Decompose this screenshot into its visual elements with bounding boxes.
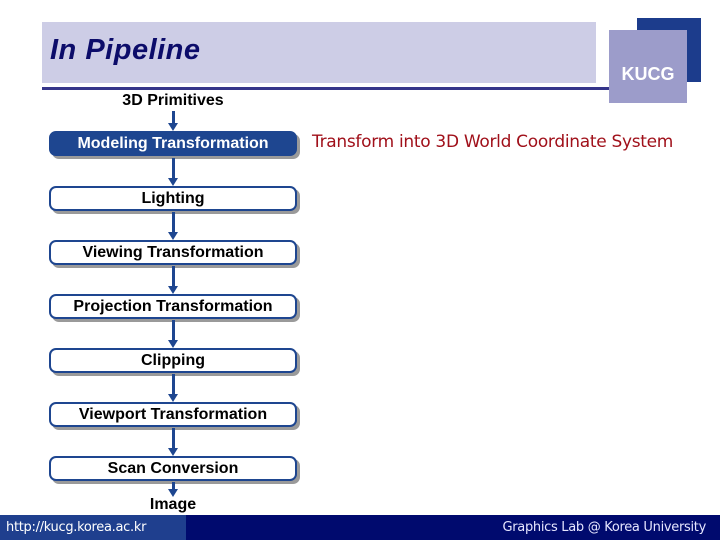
stage-scan-conversion: Scan Conversion — [49, 456, 297, 481]
stage-lighting: Lighting — [49, 186, 297, 211]
arrow-down-icon — [168, 448, 178, 456]
stage-clipping: Clipping — [49, 348, 297, 373]
footer: http://kucg.korea.ac.kr Graphics Lab @ K… — [0, 515, 720, 540]
footer-credit: Graphics Lab @ Korea University — [502, 520, 706, 535]
title-bar: In Pipeline — [42, 22, 596, 83]
connector — [172, 374, 175, 394]
stage-viewport-transformation: Viewport Transformation — [49, 402, 297, 427]
footer-url[interactable]: http://kucg.korea.ac.kr — [6, 520, 146, 535]
connector — [172, 428, 175, 448]
slide-title: In Pipeline — [50, 34, 201, 66]
stage-modeling-transformation: Modeling Transformation — [49, 131, 297, 156]
stage-viewing-transformation: Viewing Transformation — [49, 240, 297, 265]
arrow-down-icon — [168, 178, 178, 186]
output-label: Image — [149, 496, 197, 513]
arrow-down-icon — [168, 394, 178, 402]
title-divider — [42, 87, 612, 90]
logo: KUCG — [609, 30, 687, 103]
input-label: 3D Primitives — [122, 92, 224, 109]
connector — [172, 212, 175, 232]
connector — [172, 266, 175, 286]
connector — [172, 320, 175, 340]
arrow-down-icon — [168, 123, 178, 131]
logo-text: KUCG — [621, 64, 675, 84]
arrow-down-icon — [168, 340, 178, 348]
arrow-down-icon — [168, 232, 178, 240]
stage-projection-transformation: Projection Transformation — [49, 294, 297, 319]
connector — [172, 158, 175, 179]
arrow-down-icon — [168, 286, 178, 294]
stage-annotation: Transform into 3D World Coordinate Syste… — [312, 132, 674, 152]
footer-left-band: http://kucg.korea.ac.kr — [0, 515, 186, 540]
